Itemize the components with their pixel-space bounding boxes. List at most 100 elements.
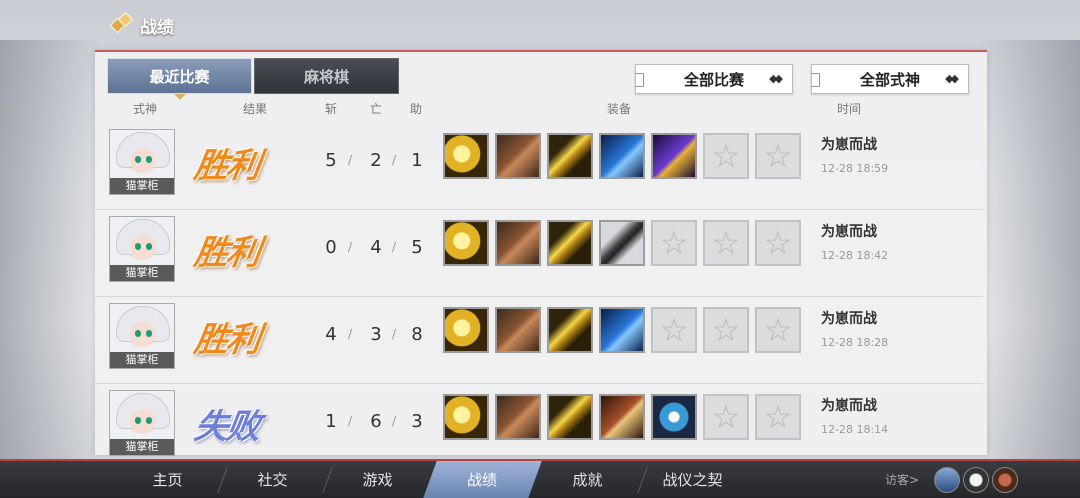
result-label: 胜利 xyxy=(191,233,262,273)
deaths-value: 3 xyxy=(370,324,382,345)
col-header-deaths: 亡 xyxy=(370,102,383,116)
match-filter-dropdown[interactable]: 全部比赛 ◆◆ xyxy=(635,64,793,94)
empty-slot-icon: ☆ xyxy=(651,220,697,266)
col-header-equipment: 装备 xyxy=(607,102,632,116)
divider: / xyxy=(392,153,397,167)
kills-value: 0 xyxy=(325,237,337,258)
nav-item-social[interactable]: 社交 xyxy=(220,461,325,498)
divider: / xyxy=(392,327,397,341)
character-name: 猫掌柜 xyxy=(110,439,174,455)
empty-slot-icon: ☆ xyxy=(703,220,749,266)
bottom-nav: 主页 社交 游戏 战绩 成就 战仪之契 访客> xyxy=(0,459,1080,498)
page-header: 战绩 xyxy=(109,10,174,40)
match-time: 12-28 18:59 xyxy=(821,162,889,175)
table-row[interactable]: 猫掌柜 胜利 5 / 2 / 1 ☆ ☆ 为崽而战 12-28 18:59 xyxy=(95,124,983,210)
result-label: 胜利 xyxy=(191,146,262,186)
match-time: 12-28 18:42 xyxy=(821,249,889,262)
golden-gauntlet-icon[interactable] xyxy=(443,307,489,353)
empty-slot-icon: ☆ xyxy=(703,394,749,440)
katana-icon[interactable] xyxy=(599,220,645,266)
divider: / xyxy=(348,327,353,341)
golden-sword-icon[interactable] xyxy=(547,394,593,440)
divider: / xyxy=(348,414,353,428)
result-label: 失败 xyxy=(191,407,262,447)
tab-mahjong-chess[interactable]: 麻将棋 xyxy=(254,58,399,94)
game-mode: 为崽而战 xyxy=(821,398,877,414)
avatar: 猫掌柜 xyxy=(109,129,175,195)
game-mode: 为崽而战 xyxy=(821,224,877,240)
result-label: 胜利 xyxy=(191,320,262,360)
col-header-result: 结果 xyxy=(243,102,268,116)
divider: / xyxy=(392,414,397,428)
empty-slot-icon: ☆ xyxy=(651,307,697,353)
divider: / xyxy=(348,153,353,167)
match-time: 12-28 18:28 xyxy=(821,336,889,349)
golden-sword-icon[interactable] xyxy=(547,220,593,266)
assists-value: 5 xyxy=(411,237,423,258)
nav-item-game[interactable]: 游戏 xyxy=(325,461,430,498)
character-name: 猫掌柜 xyxy=(110,352,174,368)
match-history-panel: 最近比赛 麻将棋 全部比赛 ◆◆ 全部式神 ◆◆ 式神 结果 斩 亡 助 装备 … xyxy=(95,50,987,471)
avatar: 猫掌柜 xyxy=(109,390,175,456)
leather-boots-icon[interactable] xyxy=(495,220,541,266)
crossbow-icon[interactable] xyxy=(599,394,645,440)
shuriken-icon[interactable] xyxy=(651,394,697,440)
table-row[interactable]: 猫掌柜 胜利 0/4/5 ☆ ☆ ☆ 为崽而战 12-28 18:42 xyxy=(95,211,983,297)
deaths-value: 4 xyxy=(370,237,382,258)
shikigami-filter-dropdown[interactable]: 全部式神 ◆◆ xyxy=(811,64,969,94)
character-name: 猫掌柜 xyxy=(110,178,174,194)
leather-boots-icon[interactable] xyxy=(495,394,541,440)
tab-recent-matches[interactable]: 最近比赛 xyxy=(107,58,252,100)
leather-boots-icon[interactable] xyxy=(495,307,541,353)
deaths-value: 2 xyxy=(370,150,382,171)
empty-slot-icon: ☆ xyxy=(703,307,749,353)
assists-value: 1 xyxy=(411,150,423,171)
empty-slot-icon: ☆ xyxy=(755,220,801,266)
leather-boots-icon[interactable] xyxy=(495,133,541,179)
nav-item-record[interactable]: 战绩 xyxy=(423,461,542,498)
background-left xyxy=(0,40,100,460)
blue-bow-icon[interactable] xyxy=(599,307,645,353)
character-name: 猫掌柜 xyxy=(110,265,174,281)
nav-item-battle-pass[interactable]: 战仪之契 xyxy=(640,461,745,498)
table-row[interactable]: 猫掌柜 胜利 4/3/8 ☆ ☆ ☆ 为崽而战 12-28 18:28 xyxy=(95,298,983,384)
blue-bow-icon[interactable] xyxy=(599,133,645,179)
guest-avatar[interactable] xyxy=(934,467,960,493)
empty-slot-icon: ☆ xyxy=(755,307,801,353)
shikigami-filter-label: 全部式神 xyxy=(859,70,920,89)
assists-value: 8 xyxy=(411,324,423,345)
guest-avatar[interactable] xyxy=(963,467,989,493)
kills-value: 5 xyxy=(325,150,337,171)
col-header-assists: 助 xyxy=(410,102,423,116)
deaths-value: 6 xyxy=(370,411,382,432)
empty-slot-icon: ☆ xyxy=(755,394,801,440)
purple-spear-icon[interactable] xyxy=(651,133,697,179)
golden-gauntlet-icon[interactable] xyxy=(443,133,489,179)
golden-gauntlet-icon[interactable] xyxy=(443,220,489,266)
nav-item-achievement[interactable]: 成就 xyxy=(535,461,640,498)
game-mode: 为崽而战 xyxy=(821,137,877,153)
chevron-down-icon: ◆◆ xyxy=(769,72,783,85)
background-right xyxy=(980,40,1080,460)
kills-value: 4 xyxy=(325,324,337,345)
golden-gauntlet-icon[interactable] xyxy=(443,394,489,440)
golden-sword-icon[interactable] xyxy=(547,307,593,353)
guest-avatar[interactable] xyxy=(992,467,1018,493)
guest-label[interactable]: 访客> xyxy=(885,471,919,488)
col-header-kills: 斩 xyxy=(325,102,338,116)
col-header-time: 时间 xyxy=(837,102,862,116)
empty-slot-icon: ☆ xyxy=(703,133,749,179)
avatar: 猫掌柜 xyxy=(109,216,175,282)
col-header-shikigami: 式神 xyxy=(133,102,158,116)
chevron-down-icon: ◆◆ xyxy=(945,72,959,85)
match-filter-label: 全部比赛 xyxy=(683,70,744,89)
kills-value: 1 xyxy=(325,411,337,432)
nav-item-home[interactable]: 主页 xyxy=(115,461,220,498)
empty-slot-icon: ☆ xyxy=(755,133,801,179)
assists-value: 3 xyxy=(411,411,423,432)
golden-sword-icon[interactable] xyxy=(547,133,593,179)
avatar: 猫掌柜 xyxy=(109,303,175,369)
game-mode: 为崽而战 xyxy=(821,311,877,327)
page-title: 战绩 xyxy=(140,17,174,38)
divider: / xyxy=(392,240,397,254)
